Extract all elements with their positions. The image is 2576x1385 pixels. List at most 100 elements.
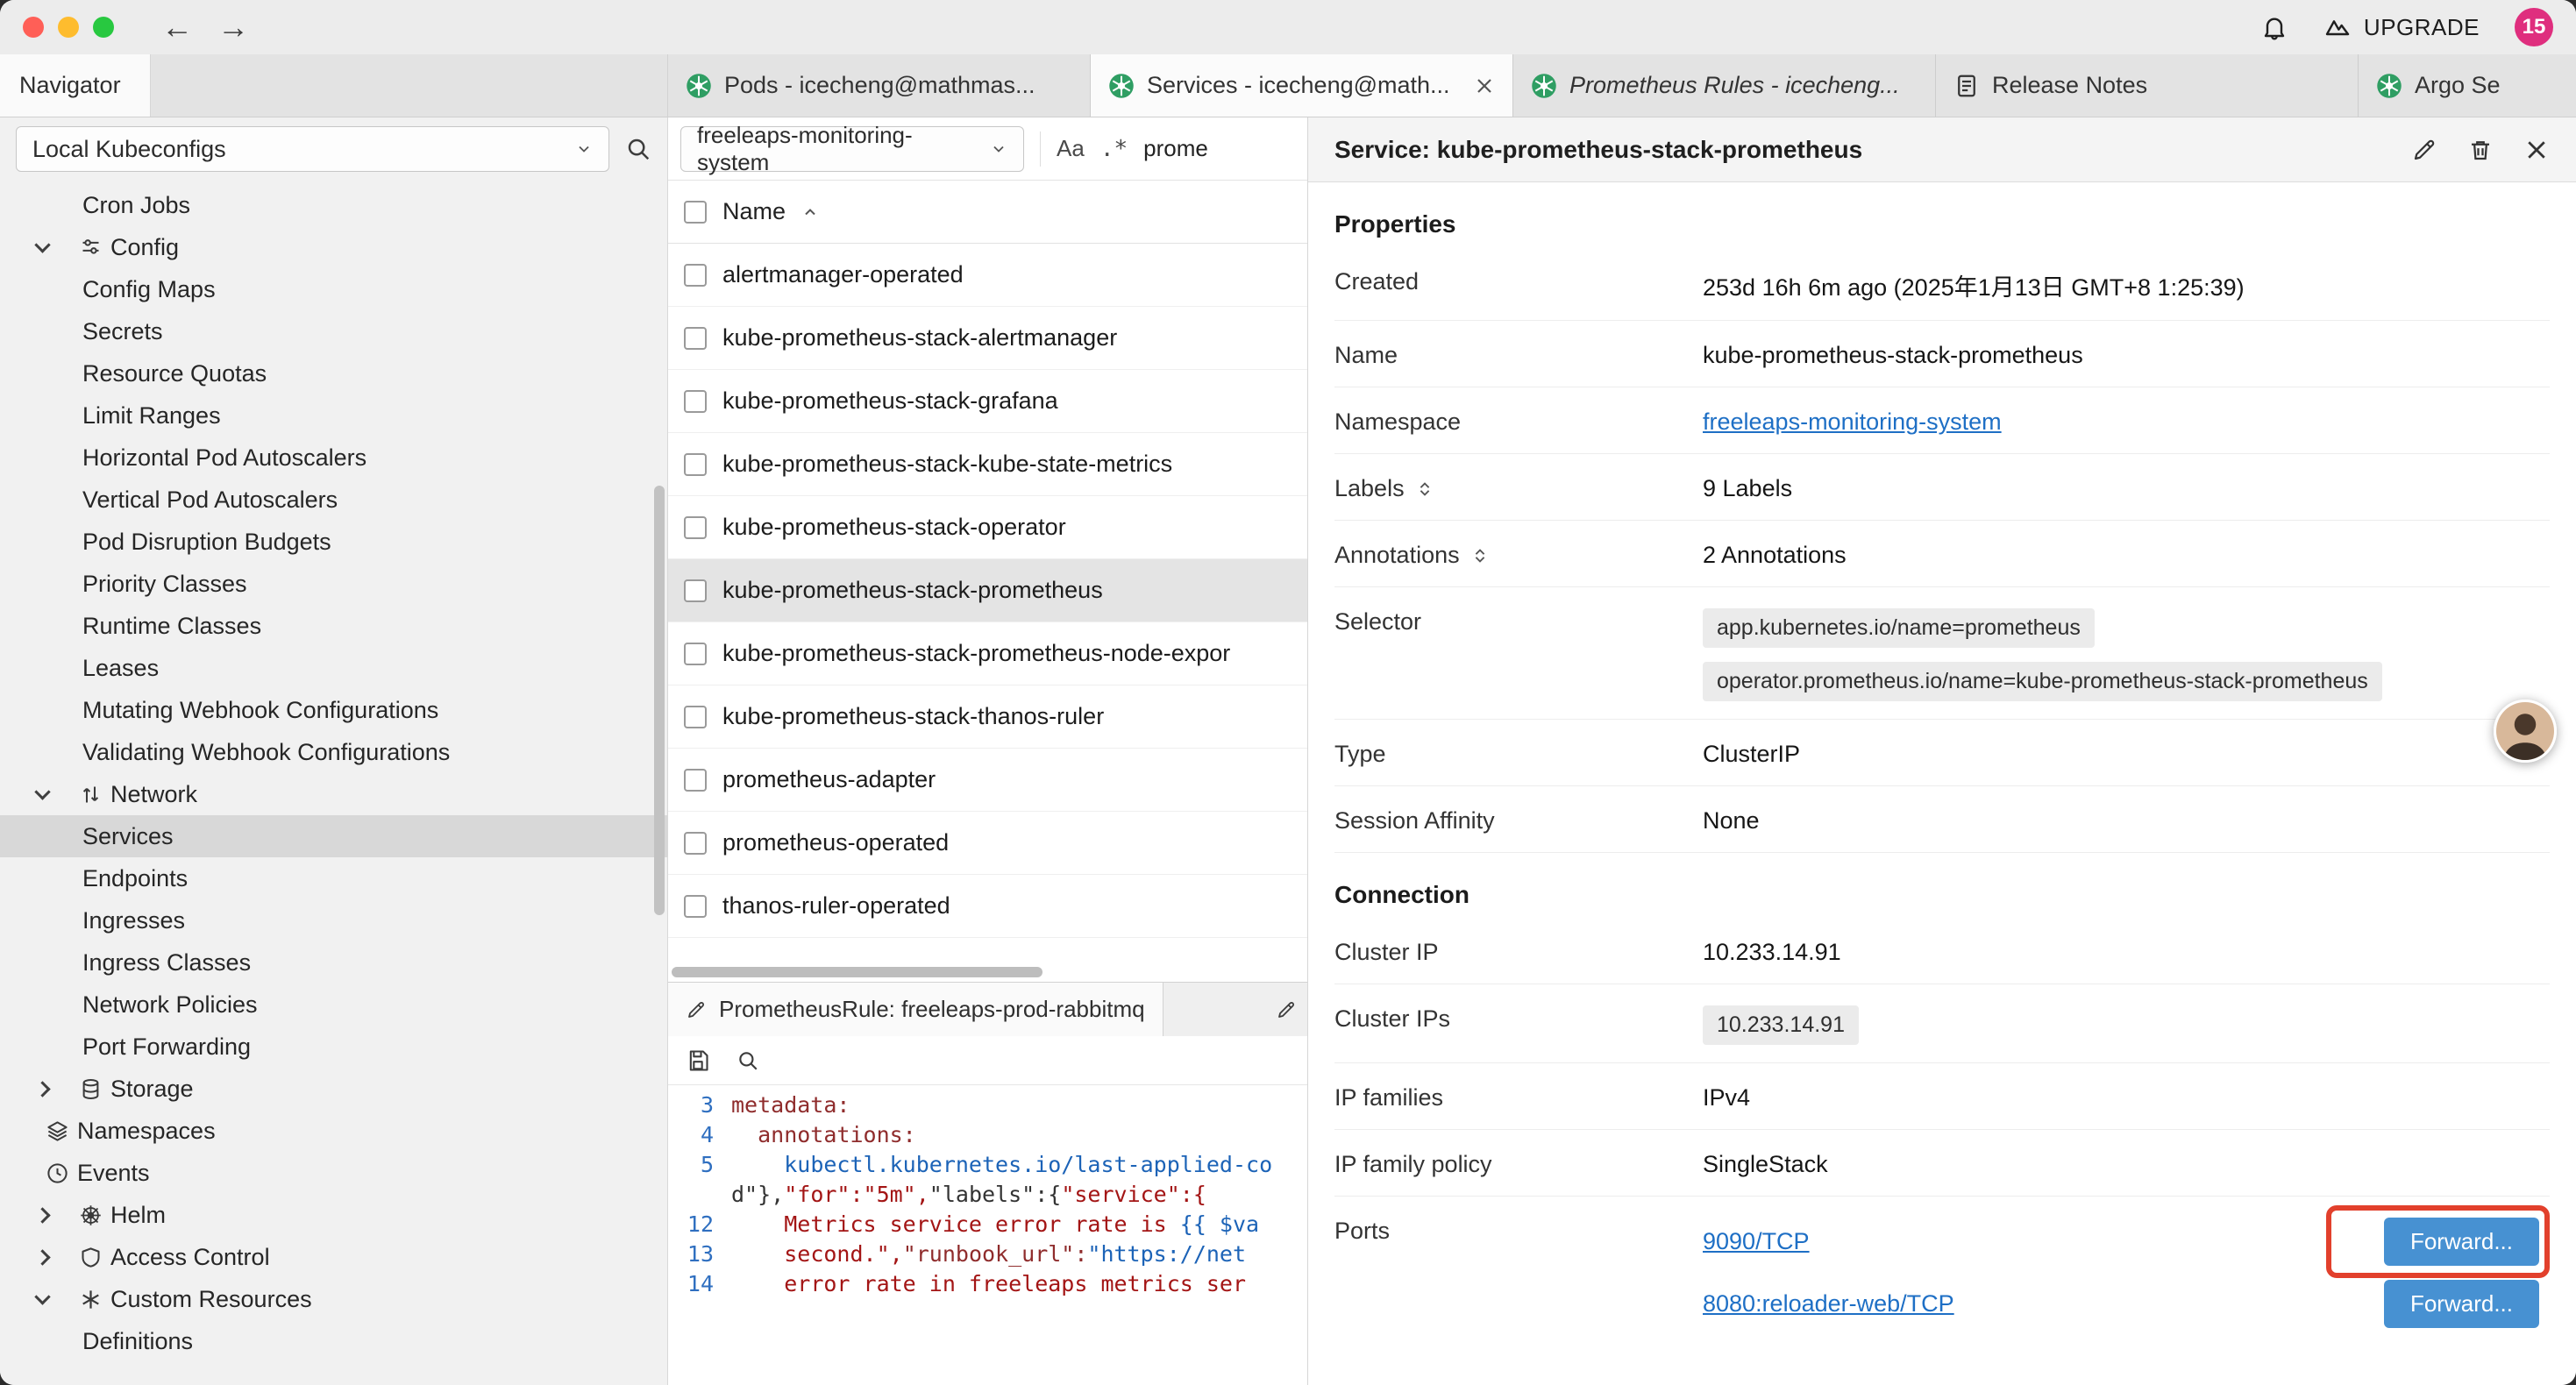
table-row-kube-prometheus-stack-prometheus[interactable]: kube-prometheus-stack-prometheus [668, 559, 1307, 622]
row-checkbox[interactable] [684, 453, 707, 476]
sidebar-item-ingresses[interactable]: Ingresses [0, 899, 667, 941]
sidebar-item-events[interactable]: Events [0, 1152, 667, 1194]
sidebar-item-port-forwarding[interactable]: Port Forwarding [0, 1026, 667, 1068]
maximize-window-button[interactable] [93, 17, 114, 38]
kubeconfig-select[interactable]: Local Kubeconfigs [16, 126, 609, 172]
chevron-down-icon[interactable] [37, 1296, 70, 1303]
sidebar-item-access-control[interactable]: Access Control [0, 1236, 667, 1278]
sidebar-item-network-policies[interactable]: Network Policies [0, 984, 667, 1026]
horizontal-scrollbar[interactable] [668, 962, 1307, 982]
sidebar-item-horizontal-pod-autoscalers[interactable]: Horizontal Pod Autoscalers [0, 437, 667, 479]
row-checkbox[interactable] [684, 579, 707, 602]
list-search-input[interactable] [1143, 135, 1295, 162]
forward-button[interactable]: Forward... [2384, 1280, 2539, 1328]
regex-toggle[interactable]: .* [1100, 136, 1128, 162]
sidebar-item-priority-classes[interactable]: Priority Classes [0, 563, 667, 605]
sidebar-item-config[interactable]: Config [0, 226, 667, 268]
tab-release-notes[interactable]: Release Notes [1936, 54, 2359, 117]
table-row-prometheus-operated[interactable]: prometheus-operated [668, 812, 1307, 875]
sidebar-item-custom-resources[interactable]: Custom Resources [0, 1278, 667, 1320]
row-checkbox[interactable] [684, 516, 707, 539]
sidebar-search-icon[interactable] [625, 136, 651, 162]
yaml-editor[interactable]: 3metadata:4 annotations:5 kubectl.kubern… [668, 1085, 1307, 1385]
table-row-kube-prometheus-stack-grafana[interactable]: kube-prometheus-stack-grafana [668, 370, 1307, 433]
sidebar-scrollbar[interactable] [654, 486, 665, 915]
row-checkbox[interactable] [684, 643, 707, 665]
sidebar-item-leases[interactable]: Leases [0, 647, 667, 689]
tab-services-icecheng-math[interactable]: Services - icecheng@math... [1091, 54, 1513, 117]
expand-collapse-icon[interactable] [1415, 479, 1434, 499]
sidebar-item-namespaces[interactable]: Namespaces [0, 1110, 667, 1152]
table-row-kube-prometheus-stack-prometheus-node-expor[interactable]: kube-prometheus-stack-prometheus-node-ex… [668, 622, 1307, 685]
save-icon[interactable] [686, 1048, 710, 1073]
sidebar-item-runtime-classes[interactable]: Runtime Classes [0, 605, 667, 647]
row-checkbox[interactable] [684, 327, 707, 350]
sidebar-item-secrets[interactable]: Secrets [0, 310, 667, 352]
close-window-button[interactable] [23, 17, 44, 38]
sidebar-item-mutating-webhook-configurations[interactable]: Mutating Webhook Configurations [0, 689, 667, 731]
chevron-right-icon[interactable] [37, 1252, 70, 1263]
upgrade-button[interactable]: UPGRADE [2323, 13, 2480, 41]
sidebar-item-endpoints[interactable]: Endpoints [0, 857, 667, 899]
chevron-right-icon[interactable] [37, 1083, 70, 1095]
tab-argo-se[interactable]: Argo Se [2359, 54, 2576, 117]
match-case-toggle[interactable]: Aa [1057, 135, 1085, 162]
row-checkbox[interactable] [684, 390, 707, 413]
sidebar-item-config-maps[interactable]: Config Maps [0, 268, 667, 310]
table-row-thanos-ruler-operated[interactable]: thanos-ruler-operated [668, 875, 1307, 938]
chevron-right-icon[interactable] [37, 1210, 70, 1221]
sidebar-item-helm[interactable]: Helm [0, 1194, 667, 1236]
notification-count-badge[interactable]: 15 [2515, 8, 2553, 46]
column-header-name[interactable]: Name [722, 198, 786, 225]
row-checkbox[interactable] [684, 895, 707, 918]
minimize-window-button[interactable] [58, 17, 79, 38]
sidebar-item-cron-jobs[interactable]: Cron Jobs [0, 184, 667, 226]
namespace-link[interactable]: freeleaps-monitoring-system [1703, 408, 2550, 436]
sidebar-item-resource-quotas[interactable]: Resource Quotas [0, 352, 667, 394]
close-tab-icon[interactable] [1474, 75, 1495, 96]
sidebar-item-network[interactable]: Network [0, 773, 667, 815]
table-row-kube-prometheus-stack-kube-state-metrics[interactable]: kube-prometheus-stack-kube-state-metrics [668, 433, 1307, 496]
port-link[interactable]: 8080:reloader-web/TCP [1703, 1290, 1954, 1318]
sidebar-item-pod-disruption-budgets[interactable]: Pod Disruption Budgets [0, 521, 667, 563]
table-row-alertmanager-operated[interactable]: alertmanager-operated [668, 244, 1307, 307]
row-checkbox[interactable] [684, 832, 707, 855]
editor-search-icon[interactable] [737, 1049, 759, 1072]
dock-tab-next[interactable] [1163, 983, 1307, 1036]
sidebar-item-validating-webhook-configurations[interactable]: Validating Webhook Configurations [0, 731, 667, 773]
forward-button[interactable]: → [217, 11, 249, 43]
sidebar-item-storage[interactable]: Storage [0, 1068, 667, 1110]
notifications-bell-icon[interactable] [2260, 13, 2288, 41]
port-link[interactable]: 9090/TCP [1703, 1228, 1810, 1255]
navigator-tab[interactable]: Navigator [0, 54, 151, 117]
sidebar-item-definitions[interactable]: Definitions [0, 1320, 667, 1362]
expand-collapse-icon[interactable] [1470, 546, 1490, 565]
scrollbar-thumb[interactable] [672, 967, 1042, 977]
back-button[interactable]: ← [161, 11, 193, 43]
row-checkbox[interactable] [684, 264, 707, 287]
close-drawer-icon[interactable] [2523, 137, 2550, 163]
table-row-kube-prometheus-stack-alertmanager[interactable]: kube-prometheus-stack-alertmanager [668, 307, 1307, 370]
chevron-down-icon[interactable] [37, 792, 70, 798]
row-checkbox[interactable] [684, 706, 707, 728]
editor-line: 4 annotations: [668, 1120, 1307, 1150]
sidebar-item-limit-ranges[interactable]: Limit Ranges [0, 394, 667, 437]
forward-button[interactable]: Forward... [2384, 1218, 2539, 1266]
sidebar-item-vertical-pod-autoscalers[interactable]: Vertical Pod Autoscalers [0, 479, 667, 521]
tab-pods-icecheng-mathmas[interactable]: Pods - icecheng@mathmas... [668, 54, 1091, 117]
line-code: error rate in freeleaps metrics ser [731, 1269, 1246, 1299]
edit-resource-icon[interactable] [2411, 137, 2437, 163]
sort-asc-icon[interactable] [801, 203, 819, 221]
table-row-prometheus-adapter[interactable]: prometheus-adapter [668, 749, 1307, 812]
sidebar-item-ingress-classes[interactable]: Ingress Classes [0, 941, 667, 984]
chevron-down-icon[interactable] [37, 245, 70, 251]
delete-resource-icon[interactable] [2467, 137, 2494, 163]
table-row-kube-prometheus-stack-operator[interactable]: kube-prometheus-stack-operator [668, 496, 1307, 559]
table-row-kube-prometheus-stack-thanos-ruler[interactable]: kube-prometheus-stack-thanos-ruler [668, 685, 1307, 749]
namespace-select[interactable]: freeleaps-monitoring-system [680, 126, 1024, 172]
select-all-checkbox[interactable] [684, 201, 707, 224]
tab-prometheus-rules-icecheng[interactable]: Prometheus Rules - icecheng... [1513, 54, 1936, 117]
row-checkbox[interactable] [684, 769, 707, 792]
dock-tab-prometheusrule[interactable]: PrometheusRule: freeleaps-prod-rabbitmq [668, 983, 1163, 1036]
sidebar-item-services[interactable]: Services [0, 815, 667, 857]
